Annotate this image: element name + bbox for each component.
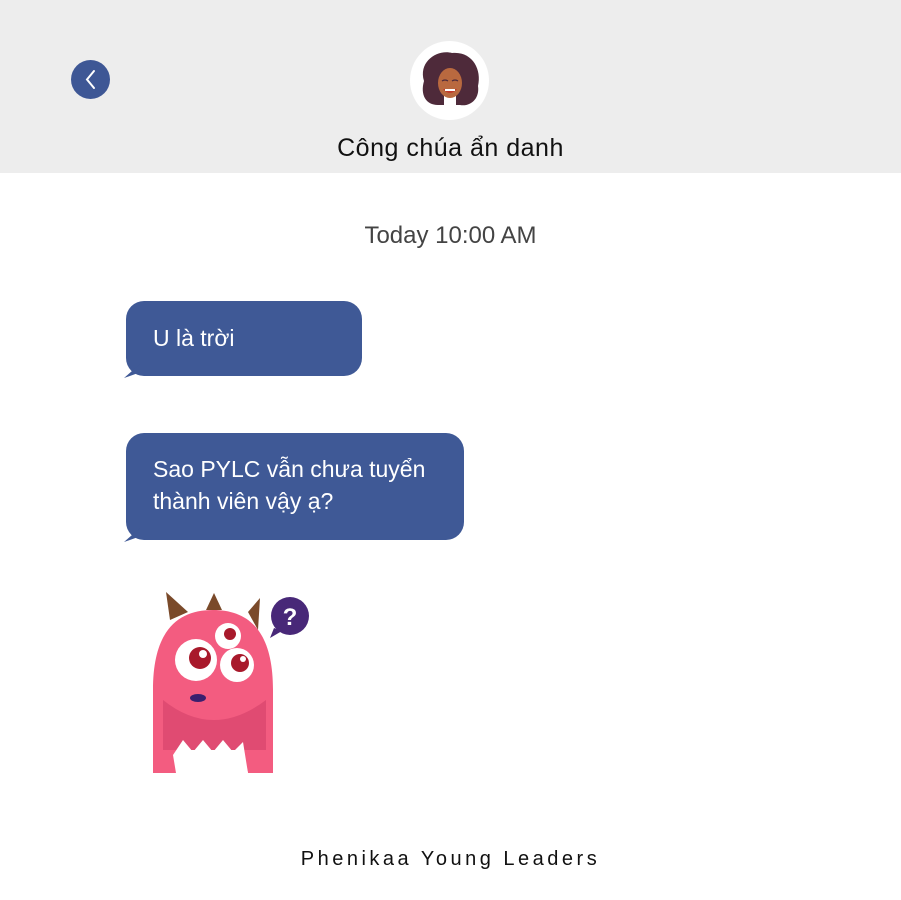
message-bubble: U là trời [126,301,362,376]
monster-sticker: ? [148,590,313,785]
message-text: Sao PYLC vẫn chưa tuyển thành viên vậy ạ… [153,456,426,514]
avatar-image [422,52,479,107]
question-mark-icon: ? [283,604,298,631]
brand-footer: Phenikaa Young Leaders [300,848,601,870]
avatar[interactable] [410,41,489,120]
chat-header: Công chúa ẩn danh [0,0,901,173]
back-button[interactable] [71,60,110,99]
contact-name: Công chúa ẩn danh [337,134,564,162]
message-bubble: Sao PYLC vẫn chưa tuyển thành viên vậy ạ… [126,433,464,540]
message-timestamp: Today 10:00 AM [364,222,537,249]
message-text: U là trời [153,325,235,351]
chevron-left-icon [85,70,95,89]
